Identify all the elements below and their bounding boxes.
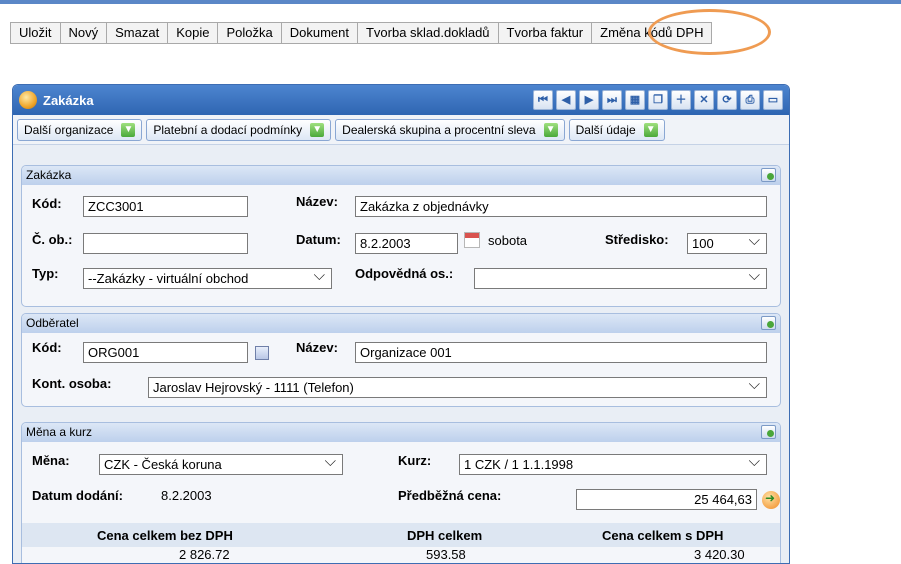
- add-icon[interactable]: ＋: [671, 90, 691, 110]
- currency-select[interactable]: CZK - Česká koruna: [99, 454, 343, 475]
- order-app-icon: [19, 91, 37, 109]
- print-icon[interactable]: ⎙: [740, 90, 760, 110]
- tab-bar: Další organizace ▼ Platební a dodací podm…: [13, 115, 789, 145]
- vat-total-value: 593.58: [426, 547, 466, 562]
- name-label: Název:: [296, 194, 338, 209]
- date-field[interactable]: 8.2.2003: [355, 233, 458, 254]
- order-section: Zakázka Kód: ZCC3001 Název: Zakázka z ob…: [21, 165, 781, 307]
- grid-icon[interactable]: ▦: [625, 90, 645, 110]
- tab-dealer-group[interactable]: Dealerská skupina a procentní sleva ▼: [335, 118, 565, 141]
- total-with-vat-label: Cena celkem s DPH: [602, 528, 724, 543]
- window-titlebar: Zakázka ⏮ ◀ ▶ ⏭ ▦ ❐ ＋ ✕ ⟳ ⎙ ▭: [13, 85, 789, 115]
- rate-label: Kurz:: [398, 453, 432, 468]
- create-stock-docs-button[interactable]: Tvorba sklad.dokladů: [356, 22, 499, 44]
- calculate-icon[interactable]: [762, 491, 780, 509]
- window-toolbar: ⏮ ◀ ▶ ⏭ ▦ ❐ ＋ ✕ ⟳ ⎙ ▭: [530, 90, 783, 110]
- tab-other-organization[interactable]: Další organizace ▼: [17, 118, 143, 141]
- customer-code-field[interactable]: ORG001: [83, 342, 248, 363]
- refresh-icon[interactable]: ⟳: [717, 90, 737, 110]
- tab-label: Dealerská skupina a procentní sleva: [342, 122, 536, 137]
- code-field[interactable]: ZCC3001: [83, 196, 248, 217]
- new-button[interactable]: Nový: [59, 22, 108, 44]
- calendar-icon[interactable]: [464, 232, 480, 248]
- arrow-down-icon: ▼: [543, 122, 558, 137]
- tab-label: Další organizace: [24, 122, 114, 137]
- copy-button[interactable]: Kopie: [167, 22, 219, 44]
- vat-total-label: DPH celkem: [407, 528, 483, 543]
- document-button[interactable]: Dokument: [280, 22, 358, 44]
- tab-label: Další údaje: [575, 122, 636, 137]
- contact-person-label: Kont. osoba:: [32, 376, 112, 391]
- delivery-date-label: Datum dodání:: [32, 488, 123, 503]
- customer-section: Odběratel Kód: ORG001 Název: Organizace …: [21, 313, 781, 407]
- currency-label: Měna:: [32, 453, 70, 468]
- expand-icon[interactable]: [761, 425, 776, 439]
- order-window: Zakázka ⏮ ◀ ▶ ⏭ ▦ ❐ ＋ ✕ ⟳ ⎙ ▭ Další orga…: [12, 84, 790, 564]
- day-name: sobota: [488, 233, 528, 248]
- order-number-field[interactable]: [83, 233, 248, 254]
- first-icon[interactable]: ⏮: [533, 90, 553, 110]
- total-with-vat-value: 3 420.30: [694, 547, 745, 562]
- customer-name-label: Název:: [296, 340, 338, 355]
- copy-icon[interactable]: ❐: [648, 90, 668, 110]
- type-select[interactable]: --Zakázky - virtuální obchod: [83, 268, 332, 289]
- arrow-down-icon: ▼: [310, 122, 325, 137]
- code-label: Kód:: [32, 196, 62, 211]
- window-icon[interactable]: ▭: [763, 90, 783, 110]
- section-title: Zakázka: [26, 168, 72, 182]
- expand-icon[interactable]: [761, 316, 776, 330]
- date-label: Datum:: [296, 232, 341, 247]
- order-section-header: Zakázka: [22, 166, 780, 185]
- section-title: Odběratel: [26, 316, 79, 330]
- section-title: Měna a kurz: [26, 425, 93, 439]
- order-number-label: Č. ob.:: [32, 232, 73, 247]
- customer-section-header: Odběratel: [22, 314, 780, 333]
- save-button[interactable]: Uložit: [10, 22, 61, 44]
- window-title: Zakázka: [43, 92, 94, 108]
- totals-header-row: Cena celkem bez DPH DPH celkem Cena celk…: [22, 523, 780, 547]
- responsible-person-label: Odpovědná os.:: [355, 266, 454, 281]
- total-without-vat-value: 2 826.72: [179, 547, 230, 562]
- top-accent-line: [0, 0, 901, 4]
- cost-center-label: Středisko:: [605, 232, 669, 247]
- total-without-vat-label: Cena celkem bez DPH: [97, 528, 233, 543]
- tab-other-data[interactable]: Další údaje ▼: [568, 118, 665, 141]
- item-button[interactable]: Položka: [217, 22, 282, 44]
- rate-select[interactable]: 1 CZK / 1 1.1.1998: [459, 454, 767, 475]
- create-invoices-button[interactable]: Tvorba faktur: [497, 22, 593, 44]
- change-vat-codes-button[interactable]: Změna kódů DPH: [591, 22, 713, 44]
- type-label: Typ:: [32, 266, 59, 281]
- responsible-person-select[interactable]: [474, 268, 767, 289]
- contact-person-select[interactable]: Jaroslav Hejrovský - 1111 (Telefon): [148, 377, 767, 398]
- preliminary-price-field[interactable]: 25 464,63: [576, 489, 757, 510]
- last-icon[interactable]: ⏭: [602, 90, 622, 110]
- delete-icon[interactable]: ✕: [694, 90, 714, 110]
- cost-center-select[interactable]: 100: [687, 233, 767, 254]
- name-field[interactable]: Zakázka z objednávky: [355, 196, 767, 217]
- arrow-down-icon: ▼: [121, 122, 136, 137]
- delete-button[interactable]: Smazat: [106, 22, 169, 44]
- prev-icon[interactable]: ◀: [556, 90, 576, 110]
- arrow-down-icon: ▼: [643, 122, 658, 137]
- preliminary-price-label: Předběžná cena:: [398, 488, 502, 503]
- customer-name-field[interactable]: Organizace 001: [355, 342, 767, 363]
- delivery-date-value: 8.2.2003: [161, 488, 212, 503]
- currency-section: Měna a kurz Měna: CZK - Česká koruna Kur…: [21, 422, 781, 563]
- tab-payment-terms[interactable]: Platební a dodací podmínky ▼: [146, 118, 332, 141]
- expand-icon[interactable]: [761, 168, 776, 182]
- address-book-icon[interactable]: [255, 346, 269, 360]
- currency-section-header: Měna a kurz: [22, 423, 780, 442]
- toolbar: Uložit Nový Smazat Kopie Položka Dokumen…: [10, 22, 713, 44]
- tab-label: Platební a dodací podmínky: [153, 122, 303, 137]
- next-icon[interactable]: ▶: [579, 90, 599, 110]
- customer-code-label: Kód:: [32, 340, 62, 355]
